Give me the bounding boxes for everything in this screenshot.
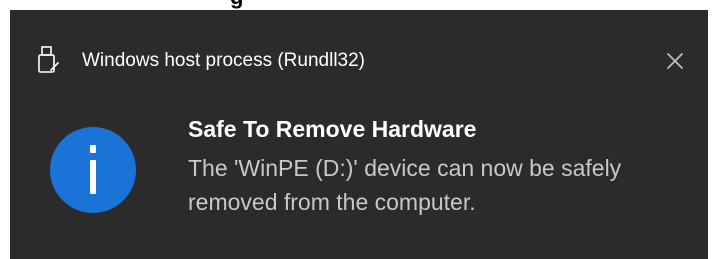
info-icon bbox=[50, 127, 136, 213]
usb-drive-icon bbox=[38, 46, 60, 74]
toast-notification[interactable]: Windows host process (Rundll32) Safe To … bbox=[10, 10, 708, 259]
close-icon[interactable] bbox=[662, 48, 688, 74]
toast-header: Windows host process (Rundll32) bbox=[10, 46, 708, 76]
toast-message: The 'WinPE (D:)' device can now be safel… bbox=[188, 155, 622, 215]
app-name: Windows host process (Rundll32) bbox=[82, 50, 366, 71]
toast-content: Safe To Remove Hardware The 'WinPE (D:)'… bbox=[188, 113, 688, 219]
cropped-background-text: g bbox=[0, 0, 718, 10]
toast-title: Safe To Remove Hardware bbox=[188, 116, 477, 142]
